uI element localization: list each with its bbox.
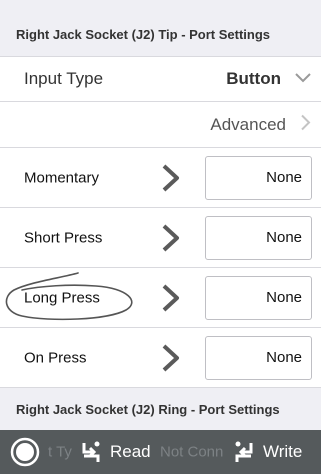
advanced-label[interactable]: Advanced	[210, 115, 286, 135]
chevron-right-icon[interactable]	[301, 114, 311, 135]
write-transfer-icon	[233, 440, 255, 464]
action-row-on-press: On Press None	[0, 328, 321, 388]
section-header-tip: Right Jack Socket (J2) Tip - Port Settin…	[0, 6, 321, 62]
action-value-field[interactable]: None	[205, 215, 312, 260]
advanced-row[interactable]: Advanced	[0, 102, 321, 148]
bottom-toolbar: t Ty Not Conn Read Write	[0, 430, 321, 474]
chevron-right-icon[interactable]	[156, 343, 186, 373]
read-button[interactable]: Read	[80, 440, 151, 464]
write-label: Write	[263, 442, 303, 461]
read-label: Read	[110, 442, 151, 461]
power-circle-icon[interactable]	[10, 437, 40, 467]
chevron-right-icon[interactable]	[156, 223, 186, 253]
ghost-text-status: Not Conn	[160, 443, 224, 461]
action-label: Short Press	[24, 229, 103, 246]
section-header-tip-text: Right Jack Socket (J2) Tip - Port Settin…	[16, 26, 271, 42]
action-row-long-press: Long Press None	[0, 268, 321, 328]
action-value-field[interactable]: None	[205, 335, 312, 380]
action-label: Momentary	[24, 169, 100, 186]
chevron-right-icon[interactable]	[156, 163, 186, 193]
write-button[interactable]: Write	[233, 440, 302, 464]
action-label: Long Press	[24, 289, 100, 306]
ghost-text-left: t Ty	[48, 443, 72, 461]
action-row-short-press: Short Press None	[0, 208, 321, 268]
action-row-momentary: Momentary None	[0, 148, 321, 208]
section-header-ring-text: Right Jack Socket (J2) Ring - Port Setti…	[16, 401, 280, 417]
chevron-right-icon[interactable]	[156, 283, 186, 313]
action-value-field[interactable]: None	[205, 275, 312, 320]
action-label: On Press	[24, 349, 87, 366]
section-header-ring: Right Jack Socket (J2) Ring - Port Setti…	[0, 388, 321, 430]
input-type-value[interactable]: Button	[226, 69, 281, 89]
read-transfer-icon	[80, 440, 102, 464]
action-value-field[interactable]: None	[205, 155, 312, 200]
chevron-down-icon[interactable]	[295, 70, 311, 88]
input-type-label: Input Type	[24, 69, 104, 88]
input-type-row[interactable]: Input Type Button	[0, 56, 321, 102]
